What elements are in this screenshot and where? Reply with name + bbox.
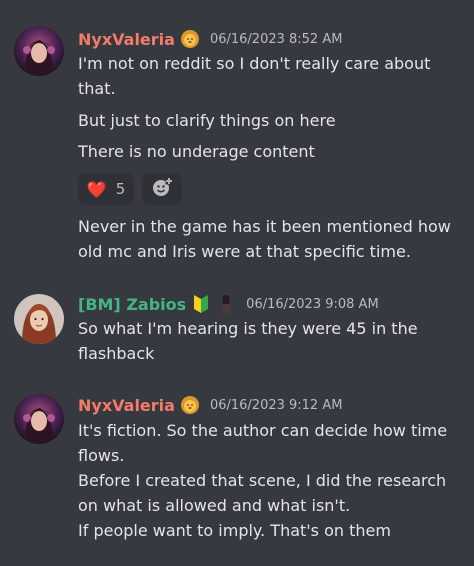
- message-line: If people want to imply. That's on them: [78, 521, 391, 540]
- username[interactable]: [BM] Zabios: [78, 295, 186, 314]
- avatar-nyxvaleria[interactable]: [14, 394, 64, 444]
- timestamp: 06/16/2023 9:08 AM: [246, 296, 379, 312]
- message-line: It's fiction. So the author can decide h…: [78, 421, 448, 440]
- lion-face-icon: [180, 29, 200, 49]
- message-line: But just to clarify things on here: [78, 111, 336, 130]
- avatar-zabios[interactable]: [14, 294, 64, 344]
- reaction-heart-button[interactable]: ❤️ 5: [78, 173, 134, 205]
- message-line: There is no underage content: [78, 142, 315, 161]
- message-line: flows.: [78, 446, 125, 465]
- message-group-nyxvaleria-1: NyxValeria 06/16/2023 8:52 AM I'm not on…: [0, 0, 474, 270]
- lion-face-icon: [180, 395, 200, 415]
- avatar-nyxvaleria[interactable]: [14, 26, 64, 76]
- message-line: old mc and Iris were at that specific ti…: [78, 242, 411, 261]
- message-line: I'm not on reddit so I don't really care…: [78, 54, 431, 73]
- beginner-badge-icon: [191, 294, 211, 314]
- username[interactable]: NyxValeria: [78, 396, 175, 415]
- message-line: that.: [78, 79, 116, 98]
- username[interactable]: NyxValeria: [78, 30, 175, 49]
- add-reaction-icon: [151, 176, 173, 202]
- message-line: on what is allowed and what isn't.: [78, 496, 351, 515]
- message-line: So what I'm hearing is they were 45 in t…: [78, 319, 418, 338]
- message-header: NyxValeria 06/16/2023 9:12 AM: [78, 394, 342, 416]
- message-line: Before I created that scene, I did the r…: [78, 471, 447, 490]
- timestamp: 06/16/2023 8:52 AM: [209, 31, 343, 47]
- message-group-zabios: [BM] Zabios 06/16/2023 9:08 AM So what I…: [0, 282, 474, 382]
- add-reaction-button[interactable]: [142, 173, 182, 205]
- message-group-nyxvaleria-2: NyxValeria 06/16/2023 9:12 AM It's ficti…: [0, 384, 474, 566]
- reaction-count: 5: [115, 180, 126, 198]
- message-line: Never in the game has it been mentioned …: [78, 217, 451, 236]
- heart-icon: ❤️: [86, 179, 107, 199]
- message-header: [BM] Zabios 06/16/2023 9:08 AM: [78, 293, 379, 315]
- message-header: NyxValeria 06/16/2023 8:52 AM: [78, 28, 342, 50]
- message-line: flashback: [78, 344, 155, 363]
- woman-silhouette-icon: [216, 294, 236, 314]
- timestamp: 06/16/2023 9:12 AM: [209, 397, 343, 413]
